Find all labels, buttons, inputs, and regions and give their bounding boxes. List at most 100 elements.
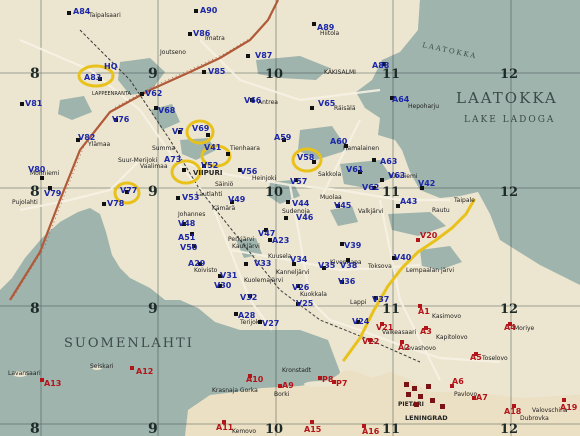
unit-marker-V45[interactable]: V45 — [334, 201, 352, 210]
unit-marker-V35[interactable]: V35 — [318, 261, 336, 270]
unit-marker-V26[interactable]: V26 — [292, 283, 310, 292]
unit-marker-V48[interactable]: V48 — [178, 219, 196, 228]
place-name: Muolaa — [320, 194, 342, 201]
grid-label: 9 — [148, 421, 158, 436]
unit-marker-A4[interactable]: A4 — [504, 322, 516, 332]
unit-marker-V57[interactable]: V57 — [290, 177, 307, 186]
unit-marker-A28[interactable]: A28 — [234, 311, 256, 320]
svg-text:V40: V40 — [394, 253, 412, 262]
svg-text:V87: V87 — [255, 51, 272, 60]
unit-marker-V25[interactable]: V25 — [296, 299, 314, 308]
svg-text:V66: V66 — [244, 96, 262, 105]
place-name: LENINGRAD — [405, 414, 448, 422]
unit-marker-A64[interactable]: A64 — [390, 95, 410, 104]
svg-text:V26: V26 — [292, 283, 310, 292]
unit-marker-V52[interactable]: V52 — [201, 161, 218, 170]
unit-marker-V30[interactable]: V30 — [214, 281, 232, 290]
svg-text:V27: V27 — [262, 319, 279, 328]
place-name: Perkjärvi — [228, 236, 254, 243]
place-name: Suur-Merijoki — [118, 157, 157, 164]
svg-text:A60: A60 — [330, 137, 348, 146]
unit-marker-A59[interactable]: A59 — [274, 133, 292, 142]
svg-text:A63: A63 — [380, 157, 397, 166]
grid-label: 11 — [382, 302, 400, 317]
place-name: Kasimovo — [432, 313, 461, 320]
svg-text:A12: A12 — [136, 367, 153, 376]
unit-marker-V24[interactable]: V24 — [352, 317, 370, 326]
place-name: Lautlahti — [196, 191, 223, 198]
unit-marker-A29[interactable]: A29 — [188, 259, 206, 268]
svg-text:V56: V56 — [240, 167, 258, 176]
unit-marker-V27[interactable]: V27 — [258, 319, 279, 328]
svg-text:V32: V32 — [240, 293, 257, 302]
unit-marker-A3[interactable]: A3 — [420, 326, 432, 336]
place-name: Borki — [274, 391, 290, 398]
map-canvas[interactable]: LAATOKKA LAKE LADOGA LAATOKKA SUOMENLAHT… — [0, 0, 580, 436]
unit-marker-A5[interactable]: A5 — [470, 352, 482, 362]
unit-marker-A23[interactable]: A23 — [268, 236, 289, 245]
svg-text:A29: A29 — [188, 259, 206, 268]
svg-text:V25: V25 — [296, 299, 314, 308]
water-label-lake-ladoga: LAKE LADOGA — [464, 115, 555, 125]
unit-marker-V61[interactable]: V61 — [346, 165, 364, 174]
unit-marker-V22[interactable]: V22 — [362, 337, 379, 346]
place-name: Joutseno — [159, 49, 186, 56]
svg-text:V65: V65 — [318, 99, 336, 108]
unit-marker-V68[interactable]: V68 — [154, 106, 176, 115]
unit-marker-V62b[interactable]: V62 — [362, 183, 379, 192]
svg-text:V41: V41 — [204, 143, 222, 152]
unit-marker-V66[interactable]: V66 — [244, 96, 262, 105]
svg-text:V85: V85 — [208, 67, 226, 76]
svg-text:V31: V31 — [220, 271, 238, 280]
svg-text:V38: V38 — [340, 261, 358, 270]
unit-marker-V7[interactable]: V7 — [172, 127, 184, 136]
svg-text:A6: A6 — [452, 377, 464, 386]
unit-marker-A10[interactable]: A10 — [246, 374, 264, 384]
unit-marker-HQ[interactable]: HQ — [104, 62, 118, 71]
unit-marker-V56[interactable]: V56 — [238, 167, 258, 176]
svg-text:V50: V50 — [180, 243, 198, 252]
svg-text:V22: V22 — [362, 337, 379, 346]
place-name: Terijoki — [239, 319, 261, 326]
place-name: KÄKISALMI — [324, 69, 356, 76]
unit-marker-V37[interactable]: V37 — [372, 295, 389, 304]
unit-marker-A13[interactable]: A13 — [40, 378, 61, 388]
svg-text:A4: A4 — [504, 323, 516, 332]
svg-text:A10: A10 — [246, 375, 264, 384]
svg-text:V21: V21 — [376, 323, 394, 332]
svg-text:V45: V45 — [334, 201, 352, 210]
unit-marker-V31[interactable]: V31 — [218, 271, 238, 280]
place-name: Valkjärvi — [358, 208, 384, 215]
unit-marker-V40[interactable]: V40 — [392, 253, 412, 262]
place-name: Summa — [152, 145, 175, 152]
grid-label: 8 — [30, 421, 40, 436]
unit-marker-V76[interactable]: V76 — [112, 115, 130, 124]
unit-marker-V77[interactable]: V77 — [120, 186, 137, 195]
svg-text:A59: A59 — [274, 133, 292, 142]
svg-text:P7: P7 — [336, 379, 347, 388]
unit-marker-A83[interactable]: A83 — [84, 73, 102, 82]
water-label-suomenlahti: SUOMENLAHTI — [64, 336, 194, 351]
svg-text:A7: A7 — [476, 393, 488, 402]
unit-marker-V49[interactable]: V49 — [228, 195, 246, 204]
unit-marker-V32[interactable]: V32 — [240, 293, 257, 302]
svg-text:V44: V44 — [292, 199, 310, 208]
unit-marker-V82[interactable]: V82 — [76, 133, 95, 142]
unit-marker-A51[interactable]: A51 — [178, 232, 196, 242]
grid-label: 9 — [148, 301, 158, 317]
unit-marker-A88[interactable]: A88 — [372, 61, 390, 70]
svg-text:V52: V52 — [201, 161, 218, 170]
place-name: Kemovo — [232, 428, 256, 435]
place-name: VIIPURI — [193, 169, 222, 177]
unit-marker-V36[interactable]: V36 — [338, 277, 356, 286]
svg-text:A5: A5 — [470, 353, 482, 362]
place-name: Säiniö — [215, 181, 234, 188]
svg-text:A15: A15 — [304, 425, 322, 434]
place-name: Lempaalan järvi — [406, 267, 454, 274]
unit-marker-V50[interactable]: V50 — [180, 243, 198, 252]
grid-label: 12 — [500, 302, 518, 317]
svg-text:A90: A90 — [200, 6, 218, 15]
unit-marker-V39[interactable]: V39 — [340, 241, 362, 250]
unit-marker-V21[interactable]: V21 — [376, 322, 394, 332]
grid-label: 9 — [148, 66, 158, 82]
